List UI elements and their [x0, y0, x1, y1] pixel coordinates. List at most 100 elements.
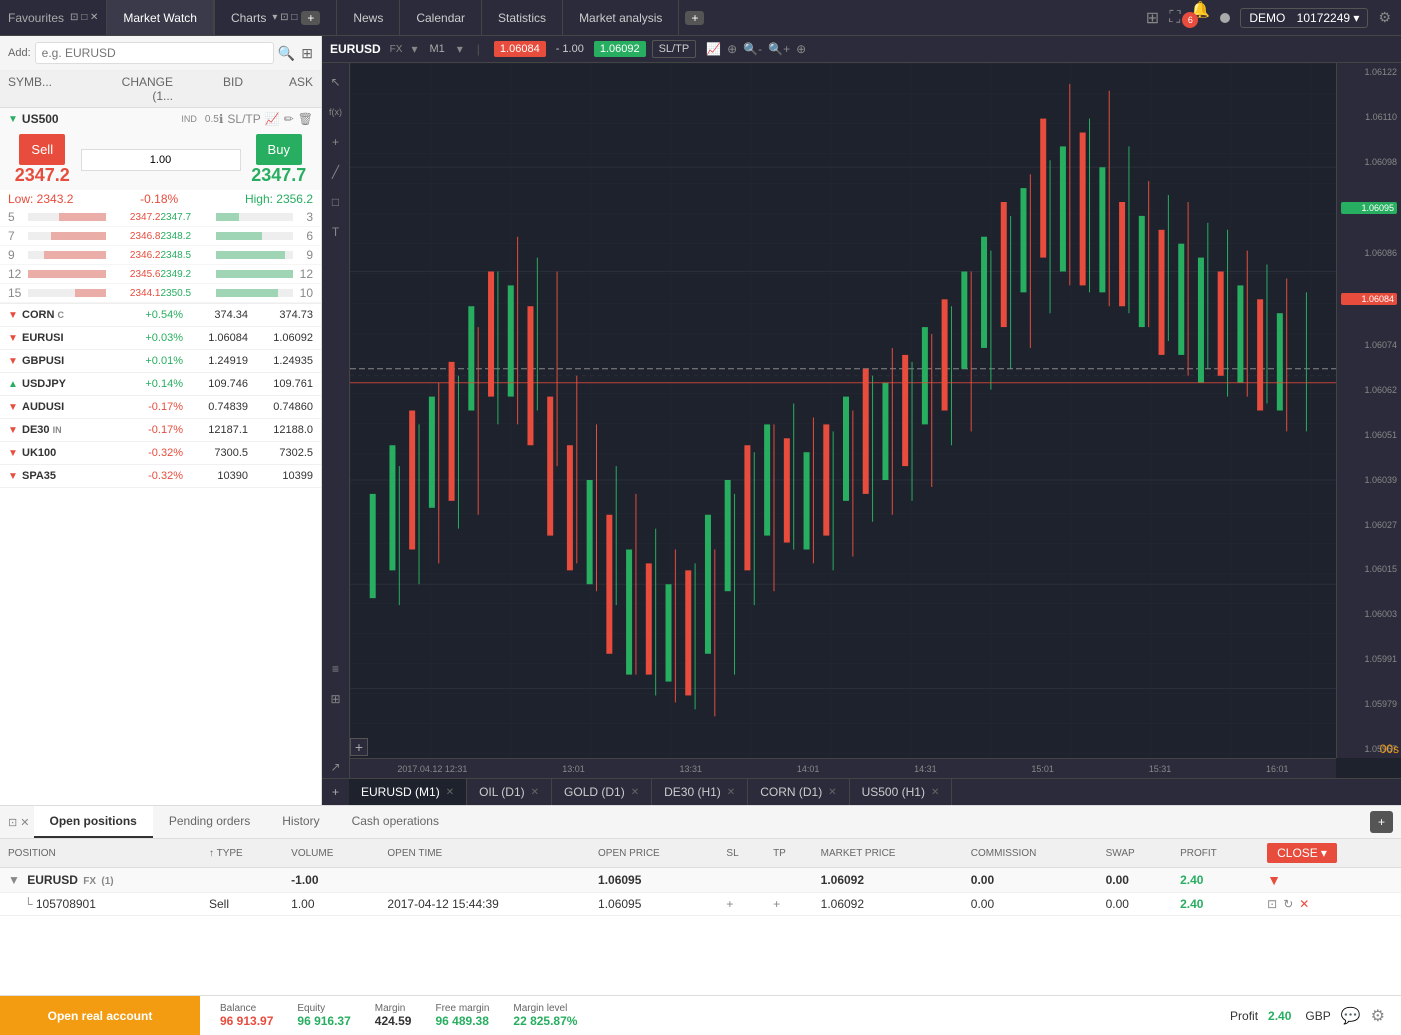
uk100-bid: 7300.5 [183, 447, 248, 459]
us500-sell-button[interactable]: Sell [19, 134, 65, 165]
close-eurusd-tab-icon[interactable]: ✕ [446, 787, 454, 798]
account-dropdown-icon[interactable]: ▾ [1353, 11, 1359, 25]
chart-fx-dropdown[interactable]: ▾ [411, 42, 417, 56]
close-all-button[interactable]: CLOSE ▾ [1267, 843, 1337, 863]
left-panel-header: Add: 🔍 ⊞ [0, 36, 321, 71]
chart-timeframe-dropdown[interactable]: ▾ [457, 42, 463, 56]
open-account-button[interactable]: Open real account [0, 996, 200, 1035]
list-item[interactable]: ▼ UK100 -0.32% 7300.5 7302.5 [0, 442, 321, 465]
chart-line-tool[interactable]: ╱ [325, 161, 347, 183]
grid-icon[interactable]: ⊞ [301, 45, 313, 62]
list-item[interactable]: ▼ AUDUSI -0.17% 0.74839 0.74860 [0, 396, 321, 419]
chart-tab-add-button[interactable]: + [322, 779, 349, 805]
chart-text-tool[interactable]: T [325, 221, 347, 243]
bid-col-header: BID [173, 75, 243, 103]
copy-icon[interactable]: ⊡ [1267, 897, 1277, 911]
tab-history[interactable]: History [266, 806, 335, 838]
search-icon[interactable]: 🔍 [278, 45, 295, 62]
chart-cursor-tool[interactable]: ↖ [325, 71, 347, 93]
us500-delete-icon[interactable]: 🗑 [298, 112, 313, 126]
us500-info-icon[interactable]: ℹ [219, 112, 224, 126]
chart-zoom-out-icon[interactable]: 🔍- [743, 42, 762, 56]
main-layout: Add: 🔍 ⊞ SYMB... CHANGE (1... BID ASK ▼ … [0, 36, 1401, 805]
close-de30-tab-icon[interactable]: ✕ [727, 787, 735, 798]
chart-depth-tool[interactable]: ≡ [325, 658, 347, 680]
settings-icon[interactable]: ⚙ [1371, 1006, 1385, 1026]
us500-sltp-icon[interactable]: SL/TP [227, 112, 260, 126]
us500-chart-icon[interactable]: 📈 [265, 112, 280, 126]
charts-add-button[interactable]: + [301, 11, 320, 25]
chat-icon[interactable]: 💬 [1341, 1006, 1361, 1026]
free-margin-value: 96 489.38 [435, 1014, 488, 1028]
list-item[interactable]: ▼ GBPUSI +0.01% 1.24919 1.24935 [0, 350, 321, 373]
ask-col-header: ASK [243, 75, 313, 103]
chart-tab-gold[interactable]: GOLD (D1) ✕ [552, 779, 652, 805]
layout-icon[interactable]: ⊞ [1146, 8, 1159, 28]
chart-tab-oil[interactable]: OIL (D1) ✕ [467, 779, 552, 805]
symbol-search-input[interactable] [35, 42, 274, 64]
add-sl-button[interactable]: + [726, 897, 733, 911]
chart-tab-us500[interactable]: US500 (H1) ✕ [850, 779, 953, 805]
tab-market-analysis[interactable]: Market analysis [563, 0, 679, 35]
us500-expand-icon[interactable]: ▼ [8, 114, 18, 125]
close-corn-tab-icon[interactable]: ✕ [828, 787, 836, 798]
tab-news[interactable]: News [337, 0, 400, 35]
spa35-ask: 10399 [248, 470, 313, 482]
fullscreen-icon[interactable]: ⛶ [1169, 9, 1180, 27]
tab-statistics[interactable]: Statistics [482, 0, 563, 35]
sltp-button[interactable]: SL/TP [652, 40, 697, 58]
refresh-icon[interactable]: ↻ [1283, 897, 1293, 911]
chart-layers-tool[interactable]: ⊞ [325, 688, 347, 710]
chart-zoom-in-icon[interactable]: 🔍+ [768, 42, 790, 56]
audusd-name: AUDUSI [22, 401, 123, 413]
tab-pending-orders[interactable]: Pending orders [153, 806, 266, 838]
margin-level-label: Margin level [513, 1003, 577, 1014]
favourites-label: Favourites [8, 11, 64, 25]
chart-tab-de30[interactable]: DE30 (H1) ✕ [652, 779, 748, 805]
chart-crosshair-icon[interactable]: ⊕ [727, 42, 737, 56]
list-item[interactable]: ▼ SPA35 -0.32% 10390 10399 [0, 465, 321, 488]
depth-row: 15 2344.1 2350.5 10 [0, 284, 321, 303]
chart-crosshair-tool[interactable]: + [325, 131, 347, 153]
list-item[interactable]: ▲ USDJPY +0.14% 109.746 109.761 [0, 373, 321, 396]
us500-edit-icon[interactable]: ✏ [284, 112, 294, 126]
tab-cash-operations[interactable]: Cash operations [336, 806, 455, 838]
position-group-row: ▼ EURUSD FX (1) -1.00 1.06095 1.06092 0.… [0, 868, 1401, 893]
us500-volume-input[interactable] [81, 149, 241, 171]
list-item[interactable]: ▼ CORN C +0.54% 374.34 374.73 [0, 304, 321, 327]
delete-icon[interactable]: ✕ [1299, 897, 1309, 911]
us500-trade-row: Sell 2347.2 Buy 2347.7 [0, 130, 321, 190]
tab-favourites[interactable]: Favourites ⊡ □ ✕ [0, 0, 107, 35]
tab-market-watch[interactable]: Market Watch [107, 0, 214, 35]
settings-icon[interactable]: ⚙ [1378, 9, 1391, 26]
us500-buy-button[interactable]: Buy [256, 134, 302, 165]
list-item[interactable]: ▼ DE30 IN -0.17% 12187.1 12188.0 [0, 419, 321, 442]
add-tab-button[interactable]: + [685, 11, 704, 25]
group-close-icon[interactable]: ▼ [1267, 872, 1281, 888]
currency-label: GBP [1305, 1009, 1330, 1023]
chart-fx-tool[interactable]: f(x) [325, 101, 347, 123]
charts-label: Charts [231, 11, 266, 25]
add-tp-button[interactable]: + [773, 897, 780, 911]
tab-calendar[interactable]: Calendar [400, 0, 482, 35]
status-dot [1220, 13, 1230, 23]
group-expand-icon[interactable]: ▼ [8, 873, 20, 887]
close-gold-tab-icon[interactable]: ✕ [631, 787, 639, 798]
close-us500-tab-icon[interactable]: ✕ [931, 787, 939, 798]
chart-add-button[interactable]: + [350, 738, 368, 756]
tab-open-positions[interactable]: Open positions [34, 806, 153, 838]
eurusd-name: EURUSI [22, 332, 123, 344]
chart-pencil-icon[interactable]: 📈 [706, 42, 721, 56]
candlestick-chart [350, 63, 1336, 758]
list-item[interactable]: ▼ EURUSI +0.03% 1.06084 1.06092 [0, 327, 321, 350]
chart-share-tool[interactable]: ↗ [325, 756, 347, 778]
bottom-add-button[interactable]: + [1370, 811, 1393, 833]
eurusd-ask: 1.06092 [248, 332, 313, 344]
close-oil-tab-icon[interactable]: ✕ [531, 787, 539, 798]
tab-charts[interactable]: Charts ▾ ⊡ □ + [214, 0, 337, 35]
chart-rect-tool[interactable]: □ [325, 191, 347, 213]
notifications-button[interactable]: 🔔 6 [1190, 0, 1210, 36]
chart-tab-corn[interactable]: CORN (D1) ✕ [748, 779, 849, 805]
chart-tab-eurusd[interactable]: EURUSD (M1) ✕ [349, 779, 467, 805]
chart-more-icon[interactable]: ⊕ [796, 42, 806, 56]
